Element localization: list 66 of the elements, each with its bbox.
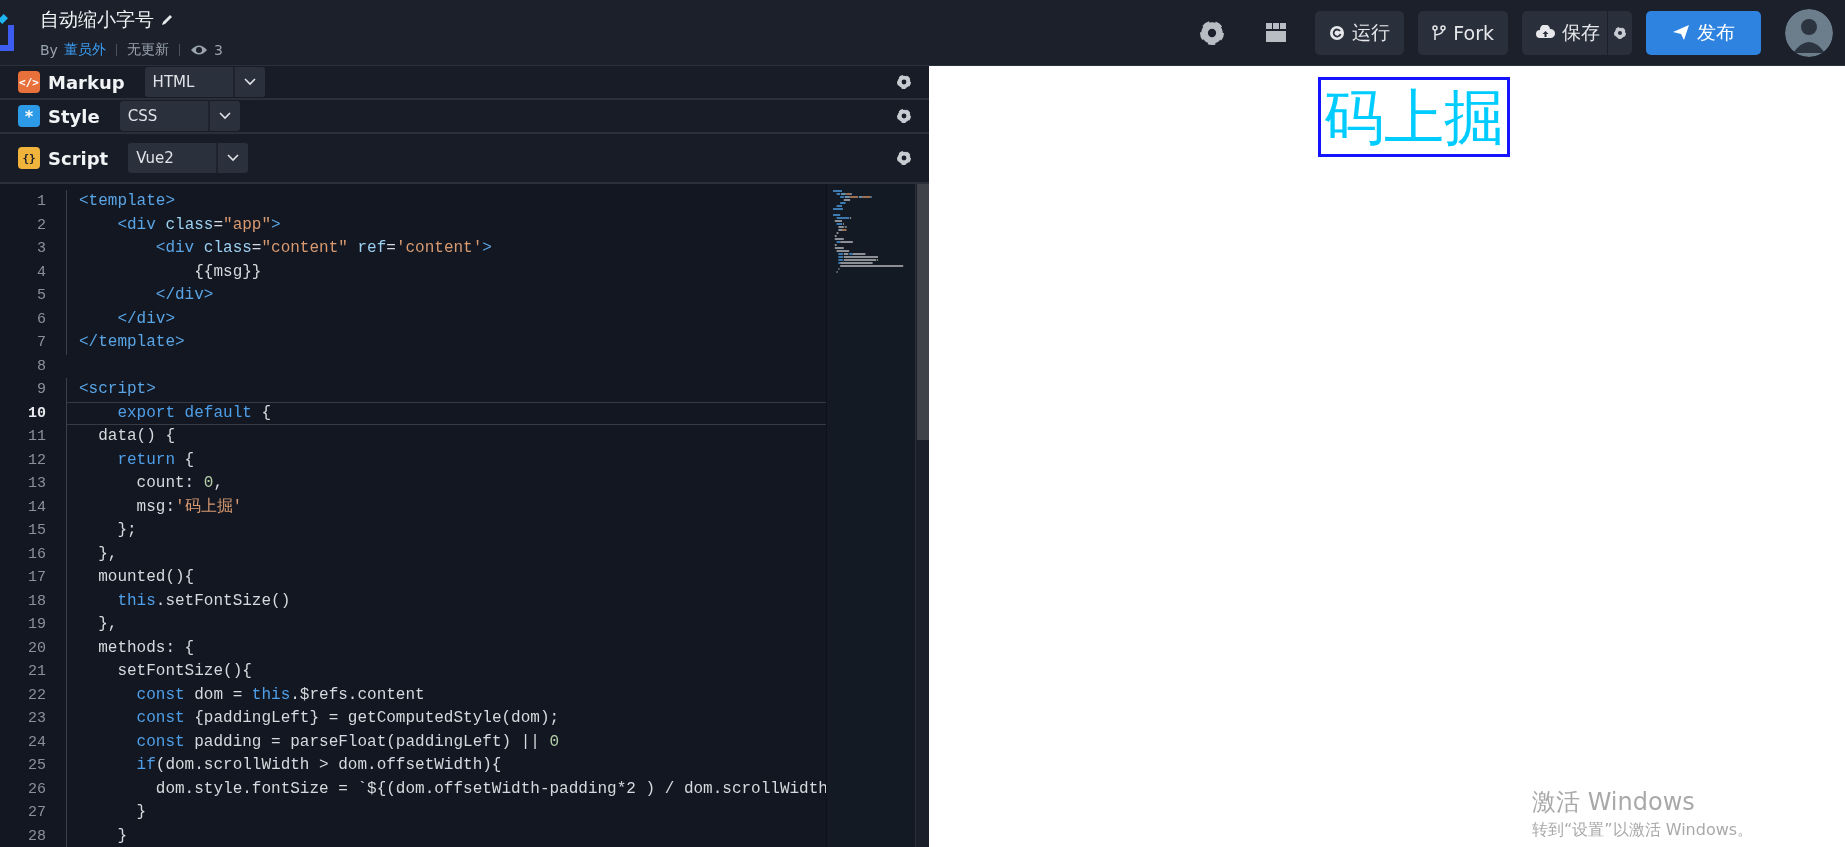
settings-icon[interactable] [897,109,911,123]
fork-button[interactable]: Fork [1418,10,1508,55]
line-number: 14 [27,497,47,518]
view-count: 3 [213,41,223,58]
save-button[interactable]: 保存 [1522,10,1632,55]
panel-title: Script [48,147,109,169]
line-number: 7 [36,333,47,353]
run-button[interactable]: 运行 [1315,10,1405,55]
line-number: 9 [36,380,47,400]
caret-icon [227,154,240,162]
publish-button[interactable]: 发布 [1646,10,1761,55]
avatar[interactable] [1785,8,1833,57]
line-number: 17 [27,568,47,588]
panel-title: Markup [48,71,125,93]
update-status: 无更新 [126,40,169,59]
project-title: 自动缩小字号 [40,6,154,32]
language-select[interactable]: Vue2 [128,143,249,173]
cloud-upload-icon [1536,25,1555,40]
line-number: 28 [27,826,47,847]
author-link[interactable]: 董员外 [63,40,106,59]
pencil-icon[interactable] [160,12,174,27]
line-number: 24 [27,732,47,753]
line-number: 26 [27,779,47,800]
line-number: 6 [36,309,47,330]
language-select[interactable]: CSS [119,101,240,131]
markup-badge-icon: </> [18,71,40,93]
author-prefix: By [40,41,58,58]
line-number: 13 [27,474,47,494]
line-number: 10 [27,403,47,424]
line-number: 3 [36,239,47,259]
settings-icon[interactable] [1614,26,1626,39]
line-number: 27 [27,803,47,823]
line-number: 18 [27,591,47,612]
line-number: 21 [27,662,47,682]
line-number: 19 [27,615,47,635]
caret-icon [218,112,231,120]
line-number: 12 [27,450,47,471]
scrollbar-thumb[interactable] [917,184,929,440]
line-number: 1 [36,192,47,212]
line-number: 11 [27,427,47,447]
language-select[interactable]: HTML [144,67,265,97]
refresh-icon [1329,24,1346,41]
line-number: 16 [27,544,47,565]
settings-icon[interactable] [897,151,911,165]
settings-icon[interactable] [897,75,911,89]
line-number: 8 [36,356,47,377]
preview-text: 码上掘 [1318,77,1510,157]
line-number: 25 [27,756,47,776]
settings-icon [1200,20,1225,45]
line-number: 23 [27,709,47,729]
line-number: 15 [27,521,47,541]
line-number: 2 [36,215,47,236]
line-number: 22 [27,685,47,706]
activation-title: 激活 Windows [1532,787,1696,818]
line-number: 5 [36,286,47,306]
style-badge-icon: * [18,105,40,127]
panel-title: Style [48,105,100,127]
script-badge-icon: {} [18,147,40,169]
activation-message: 转到“设置”以激活 Windows。 [1532,820,1754,841]
branch-icon [1432,24,1447,41]
caret-icon [243,78,256,86]
layout-icon [1266,23,1287,42]
send-icon [1672,24,1690,41]
code-line: export default { [66,401,826,425]
line-number: 20 [27,638,47,659]
line-number: 4 [36,262,47,283]
